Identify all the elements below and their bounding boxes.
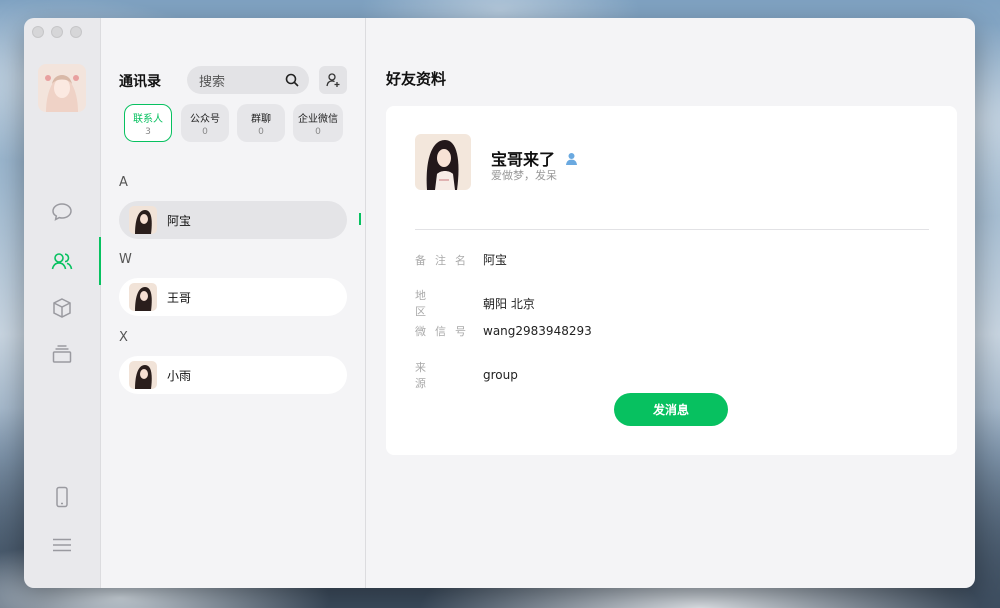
contacts-title: 通讯录	[119, 74, 161, 90]
category-label: 群聊	[251, 113, 271, 125]
contact-avatar	[129, 283, 157, 311]
add-user-icon	[326, 73, 340, 87]
search-placeholder: 搜索	[199, 74, 226, 90]
field-label: 地区	[415, 289, 452, 318]
field-source: 来源 group	[415, 359, 518, 391]
send-message-button[interactable]: 发消息	[614, 393, 728, 426]
phone-icon[interactable]	[48, 483, 76, 511]
category-contacts[interactable]: 联系人 3	[124, 104, 172, 142]
close-window-button[interactable]	[32, 26, 44, 38]
category-label: 联系人	[133, 113, 163, 125]
detail-title: 好友资料	[386, 70, 447, 88]
category-count: 3	[145, 126, 151, 137]
category-group-chats[interactable]: 群聊 0	[237, 104, 285, 142]
collections-icon[interactable]	[48, 340, 76, 368]
category-label: 企业微信	[298, 113, 338, 125]
field-remark: 备注名 阿宝	[415, 251, 507, 268]
selection-marker	[359, 213, 361, 225]
field-value: 阿宝	[483, 253, 508, 267]
field-value: wang2983948293	[483, 324, 592, 338]
add-contact-button[interactable]	[319, 66, 347, 94]
contact-name: 阿宝	[167, 213, 192, 228]
field-value: group	[483, 368, 518, 382]
contact-row[interactable]: 阿宝	[119, 201, 347, 239]
app-window: 通讯录 搜索 联系人 3 公众号 0 群聊 0 企业微信 0 A 阿宝 W 王哥…	[24, 18, 975, 588]
minimize-window-button[interactable]	[51, 26, 63, 38]
field-region: 地区 朝阳 北京	[415, 287, 535, 319]
search-icon	[285, 73, 299, 87]
index-letter: A	[119, 175, 128, 190]
index-letter: W	[119, 252, 132, 267]
category-count: 0	[258, 126, 264, 137]
field-wechat-id: 微信号 wang2983948293	[415, 323, 592, 339]
category-label: 公众号	[190, 113, 220, 125]
profile-card: 宝哥来了 爱做梦，发呆 备注名 阿宝 地区 朝阳 北京 微信号 wang2983…	[386, 106, 957, 455]
profile-divider	[415, 229, 929, 230]
field-label: 微信号	[415, 325, 475, 338]
profile-avatar[interactable]	[415, 134, 471, 190]
nav-rail	[24, 18, 101, 588]
category-official-accounts[interactable]: 公众号 0	[181, 104, 229, 142]
field-label: 备注名	[415, 253, 475, 267]
contact-name: 小雨	[167, 368, 192, 383]
box-icon[interactable]	[48, 294, 76, 322]
index-letter: X	[119, 330, 128, 345]
contacts-panel: 通讯录 搜索 联系人 3 公众号 0 群聊 0 企业微信 0 A 阿宝 W 王哥…	[101, 18, 366, 588]
search-input[interactable]: 搜索	[187, 66, 309, 94]
user-icon	[566, 152, 578, 165]
category-count: 0	[315, 126, 321, 137]
contact-avatar	[129, 361, 157, 389]
category-work-wechat[interactable]: 企业微信 0	[293, 104, 343, 142]
field-value: 朝阳 北京	[483, 296, 535, 311]
friend-detail-panel: 好友资料 宝哥来了 爱做梦，发呆 备注名 阿宝 地区 朝阳 北京 微信号 wan…	[366, 18, 975, 588]
chat-bubble-icon[interactable]	[48, 198, 76, 226]
contact-avatar	[129, 206, 157, 234]
menu-icon[interactable]	[48, 531, 76, 559]
profile-signature: 爱做梦，发呆	[491, 169, 557, 182]
field-label: 来源	[415, 361, 452, 390]
contact-row[interactable]: 小雨	[119, 356, 347, 394]
maximize-window-button[interactable]	[70, 26, 82, 38]
contact-name: 王哥	[167, 290, 192, 305]
user-avatar[interactable]	[38, 64, 86, 112]
contact-row[interactable]: 王哥	[119, 278, 347, 316]
window-controls	[32, 26, 82, 38]
contacts-icon[interactable]	[48, 247, 76, 275]
category-count: 0	[202, 126, 208, 137]
